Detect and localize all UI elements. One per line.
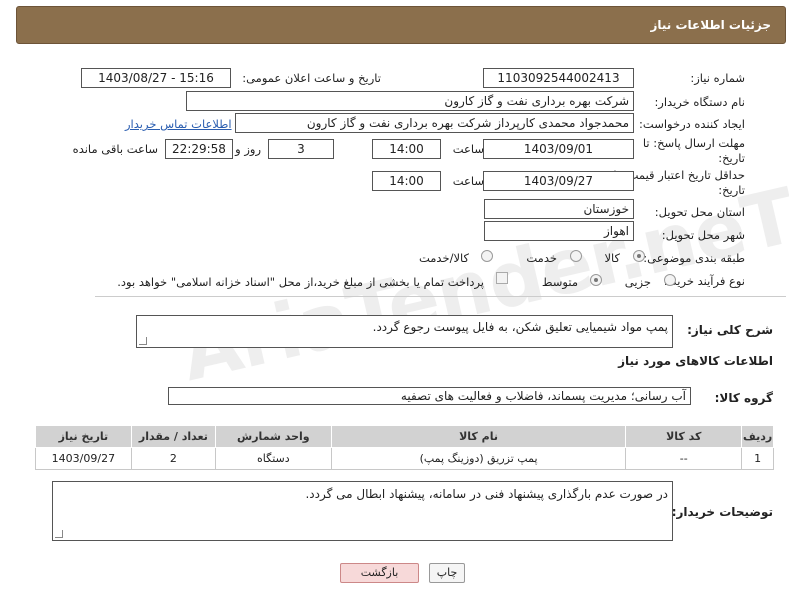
category-radio-goods[interactable]	[633, 250, 645, 262]
col-row-number: ردیف	[741, 425, 774, 448]
table-row[interactable]: 1403/09/27 2 دستگاه پمپ تزریق (دوزینگ پم…	[35, 447, 774, 470]
cell-row-number: 1	[741, 447, 774, 470]
need-number-label: شماره نیاز:	[690, 71, 745, 85]
creator-field[interactable]: محمدجواد محمدی کارپرداز شرکت بهره برداری…	[235, 113, 634, 133]
treasury-checkbox[interactable]	[496, 272, 508, 284]
cell-quantity: 2	[130, 447, 216, 470]
treasury-note: پرداخت تمام یا بخشی از مبلغ خرید،از محل …	[117, 275, 484, 289]
divider	[95, 296, 786, 297]
col-goods-name: نام کالا	[330, 425, 627, 448]
table-header-row: تاریخ نیاز تعداد / مقدار واحد شمارش نام …	[35, 425, 774, 448]
goods-group-label: گروه کالا:	[714, 391, 773, 405]
need-number-field[interactable]: 1103092544002413	[483, 68, 634, 88]
deadline-remaining-label: ساعت باقی مانده	[72, 142, 158, 156]
deadline-days-field[interactable]: 3	[268, 139, 334, 159]
buyer-contact-link[interactable]: اطلاعات تماس خریدار	[125, 117, 232, 131]
deadline-label: مهلت ارسال پاسخ: تا	[642, 136, 745, 150]
deadline-date-field[interactable]: 1403/09/01	[483, 139, 634, 159]
cell-goods-name: پمپ تزریق (دوزینگ پمپ)	[330, 447, 627, 470]
cell-goods-code: --	[625, 447, 743, 470]
process-radio-medium[interactable]	[590, 274, 602, 286]
deadline-days-label: روز و	[235, 142, 261, 156]
buyer-notes-text: در صورت عدم بارگذاری پیشنهاد فنی در ساما…	[305, 487, 668, 501]
city-field[interactable]: اهواز	[484, 221, 634, 241]
col-need-date: تاریخ نیاز	[35, 425, 132, 448]
category-option-goods: کالا	[604, 251, 620, 265]
resize-handle-icon[interactable]	[139, 337, 147, 345]
cell-unit: دستگاه	[214, 447, 332, 470]
category-label: طبقه بندی موضوعی:	[643, 251, 745, 265]
page-title: جزئیات اطلاعات نیاز	[650, 18, 771, 32]
deadline-remaining-field[interactable]: 22:29:58	[165, 139, 233, 159]
creator-label: ایجاد کننده درخواست:	[639, 117, 745, 131]
cell-need-date: 1403/09/27	[35, 447, 132, 470]
announce-label: تاریخ و ساعت اعلان عمومی:	[242, 71, 381, 85]
col-quantity: تعداد / مقدار	[130, 425, 216, 448]
description-field[interactable]: پمپ مواد شیمیایی تعلیق شکن، به فایل پیوس…	[136, 315, 673, 348]
price-validity-date-label: تاریخ:	[718, 183, 745, 197]
deadline-date-label: تاریخ:	[718, 151, 745, 165]
province-label: استان محل تحویل:	[654, 205, 745, 219]
city-label: شهر محل تحویل:	[661, 228, 745, 242]
goods-info-title: اطلاعات کالاهای مورد نیاز	[618, 354, 773, 368]
page-header: جزئیات اطلاعات نیاز	[16, 6, 786, 44]
process-option-medium: متوسط	[541, 275, 578, 289]
print-button[interactable]: چاپ	[429, 563, 465, 583]
province-field[interactable]: خوزستان	[484, 199, 634, 219]
category-option-service: خدمت	[526, 251, 557, 265]
buyer-notes-label: توضیحات خریدار:	[671, 505, 773, 519]
announce-datetime-field[interactable]: 1403/08/27 - 15:16	[81, 68, 231, 88]
price-validity-date-field[interactable]: 1403/09/27	[483, 171, 634, 191]
buyer-notes-field[interactable]: در صورت عدم بارگذاری پیشنهاد فنی در ساما…	[52, 481, 673, 541]
goods-group-field[interactable]: آب رسانی؛ مدیریت پسماند، فاضلاب و فعالیت…	[168, 387, 691, 405]
deadline-time-field[interactable]: 14:00	[372, 139, 441, 159]
price-validity-time-label: ساعت	[452, 174, 484, 188]
category-radio-service[interactable]	[570, 250, 582, 262]
price-validity-time-field[interactable]: 14:00	[372, 171, 441, 191]
col-unit: واحد شمارش	[214, 425, 332, 448]
buyer-org-field[interactable]: شرکت بهره برداری نفت و گاز کارون	[186, 91, 634, 111]
col-goods-code: کد کالا	[625, 425, 743, 448]
description-label: شرح کلی نیاز:	[687, 323, 773, 337]
category-radio-goods-service[interactable]	[481, 250, 493, 262]
goods-table: تاریخ نیاز تعداد / مقدار واحد شمارش نام …	[35, 425, 774, 470]
back-button[interactable]: بازگشت	[340, 563, 419, 583]
process-option-minor: جزیی	[624, 275, 651, 289]
description-text: پمپ مواد شیمیایی تعلیق شکن، به فایل پیوس…	[372, 320, 668, 334]
deadline-time-label: ساعت	[452, 142, 484, 156]
process-radio-minor[interactable]	[664, 274, 676, 286]
buyer-org-label: نام دستگاه خریدار:	[654, 95, 745, 109]
resize-handle-icon[interactable]	[55, 530, 63, 538]
category-option-goods-service: کالا/خدمت	[418, 251, 469, 265]
